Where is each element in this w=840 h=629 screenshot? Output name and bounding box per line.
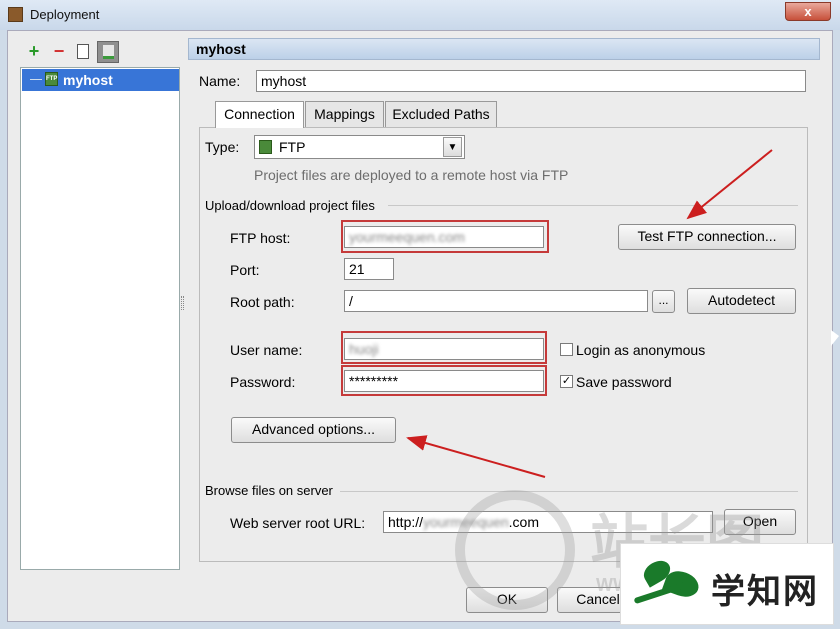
logo-text: 学知网 xyxy=(711,573,819,611)
watermark-circle xyxy=(455,490,575,610)
arrow-to-test-connection xyxy=(686,149,773,220)
logo: 学知网 xyxy=(620,543,834,625)
mouse-cursor-icon xyxy=(831,330,839,346)
arrow-to-advanced-options xyxy=(406,435,546,478)
